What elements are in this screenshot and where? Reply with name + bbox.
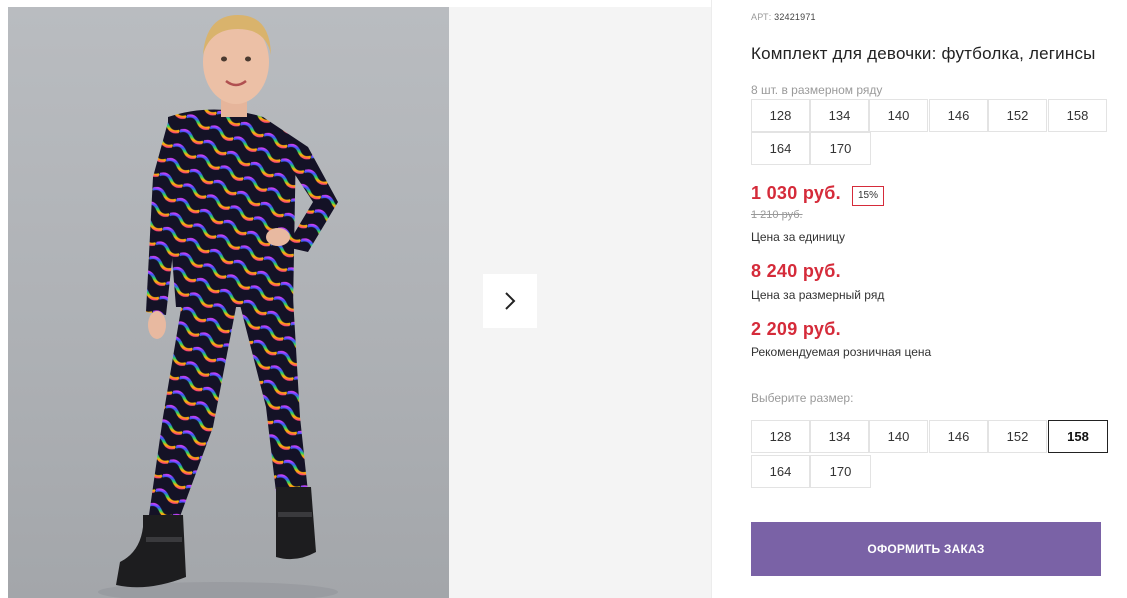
size-option-158-selected[interactable]: 158 [1048, 420, 1108, 453]
size-range-cell: 164 [751, 132, 810, 165]
size-option-164[interactable]: 164 [751, 455, 810, 488]
range-price: 8 240 руб. [751, 261, 841, 281]
chevron-right-icon [505, 292, 516, 310]
old-price: 1 210 руб. [751, 209, 803, 221]
size-range-cell: 140 [869, 99, 928, 132]
gallery-divider [711, 0, 712, 598]
retail-price: 2 209 руб. [751, 319, 841, 339]
discount-badge: 15% [852, 186, 885, 206]
article-value: 32421971 [774, 12, 816, 22]
size-option-152[interactable]: 152 [988, 420, 1047, 453]
size-option-128[interactable]: 128 [751, 420, 810, 453]
size-option-140[interactable]: 140 [869, 420, 928, 453]
gallery-next-button[interactable] [483, 274, 537, 328]
unit-price-label: Цена за единицу [751, 230, 846, 244]
size-option-146[interactable]: 146 [929, 420, 988, 453]
size-range-cell: 134 [810, 99, 869, 132]
size-range-caption: 8 шт. в размерном ряду [751, 83, 883, 97]
unit-price: 1 030 руб. [751, 183, 841, 203]
size-option-170[interactable]: 170 [810, 455, 871, 488]
retail-price-label: Рекомендуемая розничная цена [751, 345, 932, 359]
size-range-cell: 152 [988, 99, 1047, 132]
product-gallery [8, 7, 712, 598]
product-photo [8, 7, 449, 598]
size-range-cell: 128 [751, 99, 810, 132]
product-title: Комплект для девочки: футболка, легинсы [751, 44, 1096, 63]
size-option-134[interactable]: 134 [810, 420, 869, 453]
size-range-cell: 158 [1048, 99, 1107, 132]
range-price-label: Цена за размерный ряд [751, 288, 885, 302]
article-number: АРТ: 32421971 [751, 12, 816, 22]
size-range-cell: 146 [929, 99, 988, 132]
girl-in-patterned-outfit-image [98, 15, 338, 598]
place-order-button[interactable]: ОФОРМИТЬ ЗАКАЗ [751, 522, 1101, 576]
size-range-cell: 170 [810, 132, 871, 165]
choose-size-caption: Выберите размер: [751, 391, 854, 405]
article-label: АРТ: [751, 12, 772, 22]
